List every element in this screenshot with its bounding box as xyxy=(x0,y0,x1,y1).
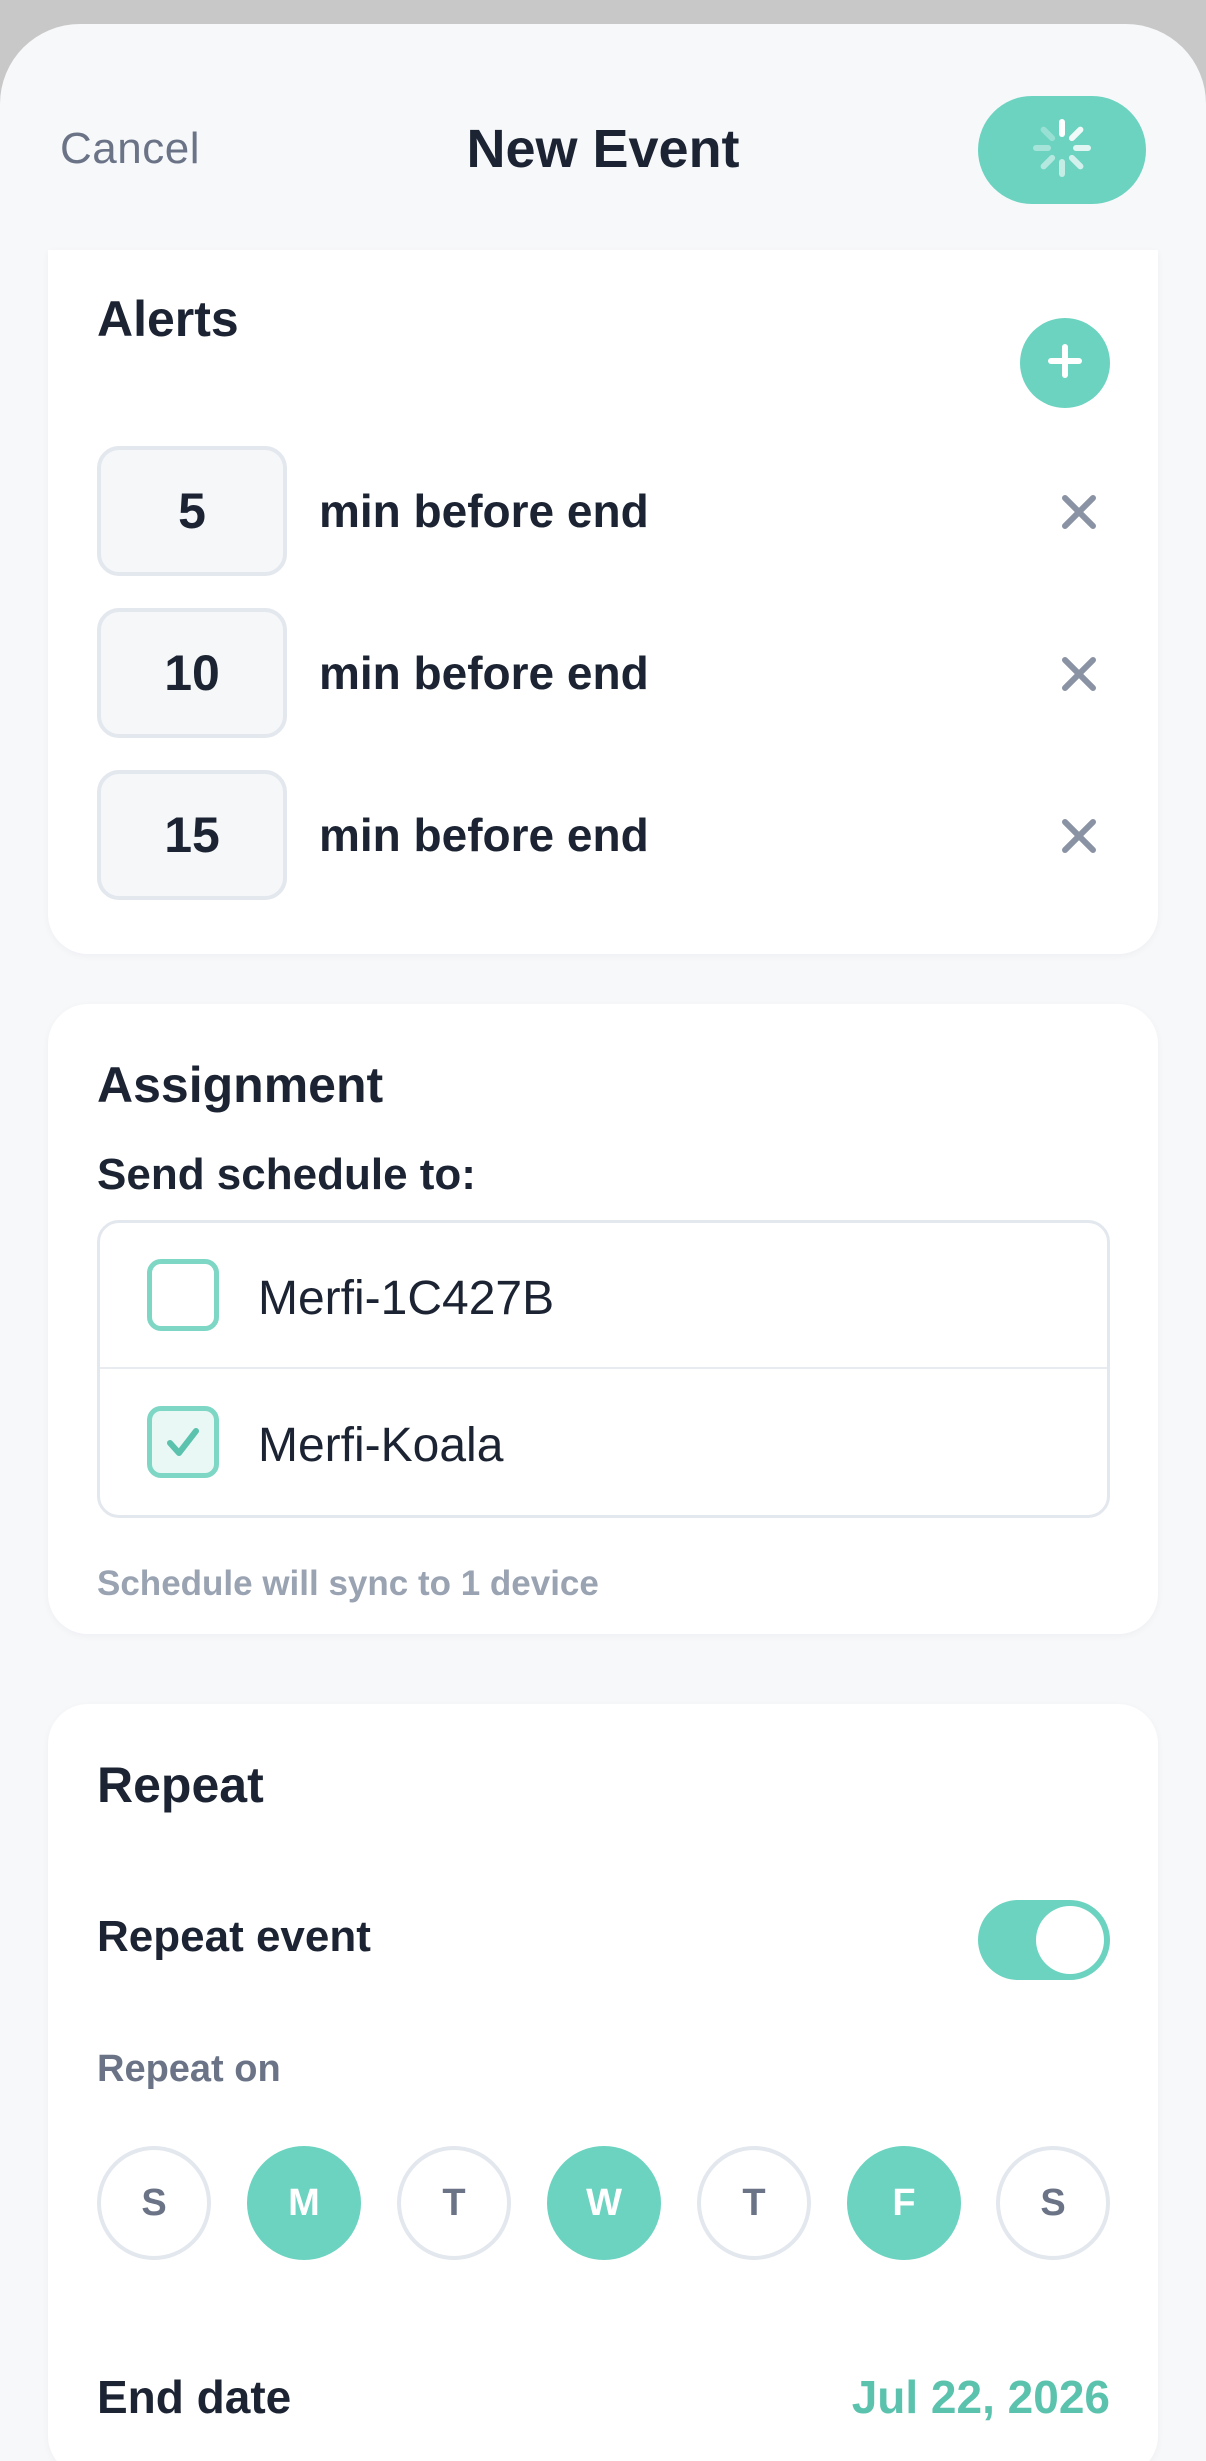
device-name: Merfi-1C427B xyxy=(258,1272,555,1325)
device-item[interactable]: Merfi-1C427B xyxy=(100,1223,1107,1369)
device-name: Merfi-Koala xyxy=(258,1419,504,1472)
day-tuesday-button[interactable]: T xyxy=(397,2146,511,2260)
weekday-selector: S M T W T F S xyxy=(97,2146,1110,2260)
event-sheet: Cancel New Event Alerts 5 min before end… xyxy=(0,24,1206,2461)
remove-alert-button[interactable] xyxy=(1057,814,1101,858)
repeat-on-label: Repeat on xyxy=(97,2048,281,2090)
device-item[interactable]: Merfi-Koala xyxy=(100,1370,1107,1515)
repeat-toggle[interactable] xyxy=(978,1900,1110,1980)
day-saturday-button[interactable]: S xyxy=(996,2146,1110,2260)
close-icon xyxy=(1062,819,1096,853)
repeat-title: Repeat xyxy=(97,1757,264,1813)
alert-row: 15 min before end xyxy=(97,770,1110,900)
alert-label: min before end xyxy=(319,485,649,537)
remove-alert-button[interactable] xyxy=(1057,652,1101,696)
alerts-card: Alerts 5 min before end 10 min before en… xyxy=(48,250,1158,954)
loading-spinner-icon xyxy=(1030,116,1094,185)
plus-icon xyxy=(1045,341,1085,386)
close-icon xyxy=(1062,657,1096,691)
close-icon xyxy=(1062,495,1096,529)
device-checkbox[interactable] xyxy=(147,1259,219,1331)
alert-row: 5 min before end xyxy=(97,446,1110,576)
alert-minutes-input[interactable]: 10 xyxy=(97,608,287,738)
device-list: Merfi-1C427B Merfi-Koala xyxy=(97,1220,1110,1518)
device-checkbox[interactable] xyxy=(147,1406,219,1478)
alert-minutes-input[interactable]: 5 xyxy=(97,446,287,576)
save-button[interactable] xyxy=(978,96,1146,204)
sync-note: Schedule will sync to 1 device xyxy=(97,1564,599,1603)
remove-alert-button[interactable] xyxy=(1057,490,1101,534)
end-date-picker[interactable]: Jul 22, 2026 xyxy=(852,2370,1110,2424)
send-schedule-label: Send schedule to: xyxy=(97,1150,476,1199)
day-thursday-button[interactable]: T xyxy=(697,2146,811,2260)
assignment-title: Assignment xyxy=(97,1057,384,1113)
alert-label: min before end xyxy=(319,809,649,861)
alert-minutes-input[interactable]: 15 xyxy=(97,770,287,900)
add-alert-button[interactable] xyxy=(1020,318,1110,408)
day-monday-button[interactable]: M xyxy=(247,2146,361,2260)
checkmark-icon xyxy=(167,1428,199,1456)
repeat-card: Repeat Repeat event Repeat on S M T W T … xyxy=(48,1704,1158,2461)
alert-row: 10 min before end xyxy=(97,608,1110,738)
header: Cancel New Event xyxy=(0,24,1206,248)
repeat-event-label: Repeat event xyxy=(97,1912,371,1961)
day-wednesday-button[interactable]: W xyxy=(547,2146,661,2260)
day-friday-button[interactable]: F xyxy=(847,2146,961,2260)
toggle-knob xyxy=(1036,1906,1104,1974)
end-date-label: End date xyxy=(97,2371,292,2423)
assignment-card: Assignment Send schedule to: Merfi-1C427… xyxy=(48,1004,1158,1634)
day-sunday-button[interactable]: S xyxy=(97,2146,211,2260)
alerts-title: Alerts xyxy=(97,291,239,347)
alert-label: min before end xyxy=(319,647,649,699)
